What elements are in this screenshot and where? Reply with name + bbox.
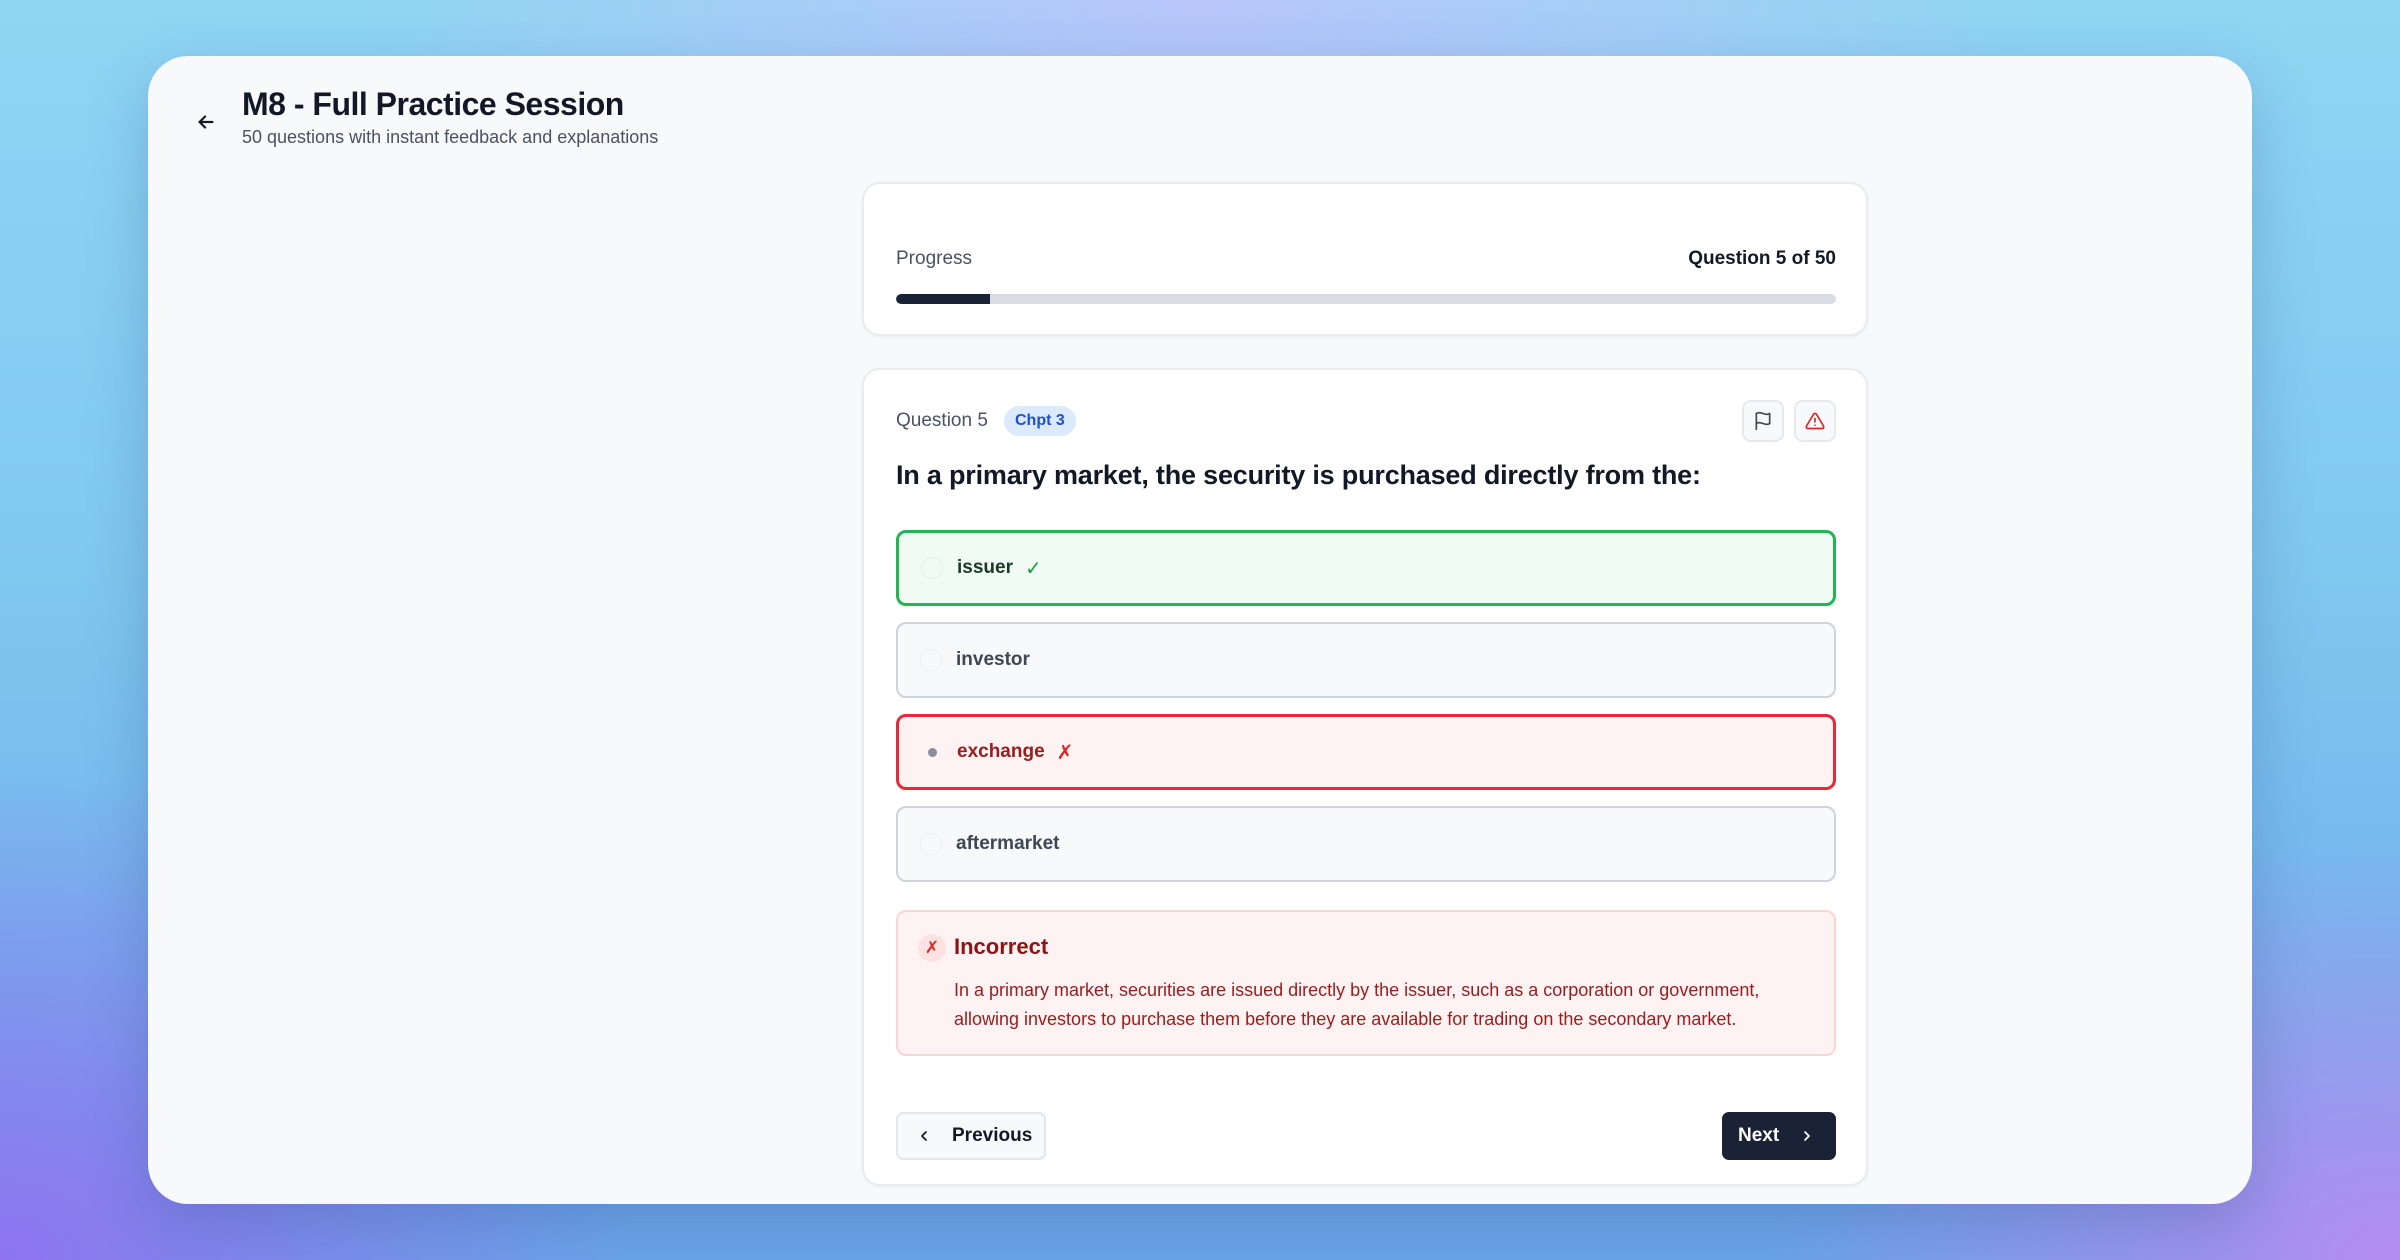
- progress-label: Progress: [896, 248, 973, 269]
- answer-option-exchange[interactable]: exchange ✗: [896, 714, 1836, 790]
- option-radio[interactable]: [921, 557, 943, 579]
- chevron-right-icon: [1804, 1131, 1811, 1141]
- option-label: issuer: [957, 557, 1013, 578]
- check-icon: ✓: [1024, 557, 1042, 580]
- next-button[interactable]: Next: [1722, 1112, 1836, 1160]
- previous-button-label: Previous: [952, 1125, 1033, 1146]
- page-subtitle: 50 questions with instant feedback and e…: [242, 127, 659, 147]
- option-label: aftermarket: [956, 833, 1060, 854]
- flag-icon: [1755, 411, 1771, 431]
- progress-bar: [896, 294, 1836, 304]
- feedback-title: Incorrect: [954, 934, 1049, 959]
- option-label: investor: [956, 649, 1030, 670]
- app-window: M8 - Full Practice Session 50 questions …: [148, 56, 2252, 1204]
- cross-icon: ✗: [918, 934, 946, 962]
- chapter-badge: Chpt 3: [1004, 406, 1076, 436]
- chevron-left-icon: [921, 1131, 927, 1141]
- option-radio[interactable]: [920, 833, 942, 855]
- answer-option-aftermarket[interactable]: aftermarket: [896, 806, 1836, 882]
- flag-button[interactable]: [1742, 400, 1784, 442]
- option-radio[interactable]: [920, 649, 942, 671]
- option-radio-selected[interactable]: [921, 741, 943, 763]
- arrow-left-icon: [198, 115, 214, 129]
- back-button[interactable]: [186, 102, 226, 142]
- question-card: Question 5 Chpt 3 In a primary market, t…: [862, 368, 1868, 1186]
- alert-triangle-icon: [1805, 412, 1825, 430]
- question-number: Question 5: [896, 410, 988, 431]
- next-button-label: Next: [1738, 1125, 1780, 1146]
- progress-bar-fill: [896, 294, 990, 304]
- previous-button[interactable]: Previous: [896, 1112, 1046, 1160]
- progress-card: Progress Question 5 of 50: [862, 182, 1868, 336]
- feedback-explanation: In a primary market, securities are issu…: [954, 980, 1760, 1029]
- report-issue-button[interactable]: [1794, 400, 1836, 442]
- feedback-panel: ✗ Incorrect In a primary market, securit…: [896, 910, 1836, 1056]
- option-label: exchange: [957, 741, 1045, 762]
- answer-option-investor[interactable]: investor: [896, 622, 1836, 698]
- page-title: M8 - Full Practice Session: [242, 86, 624, 122]
- progress-count: Question 5 of 50: [1688, 248, 1836, 269]
- cross-icon: ✗: [1056, 741, 1074, 764]
- answer-option-issuer[interactable]: issuer ✓: [896, 530, 1836, 606]
- question-text: In a primary market, the security is pur…: [896, 460, 1701, 490]
